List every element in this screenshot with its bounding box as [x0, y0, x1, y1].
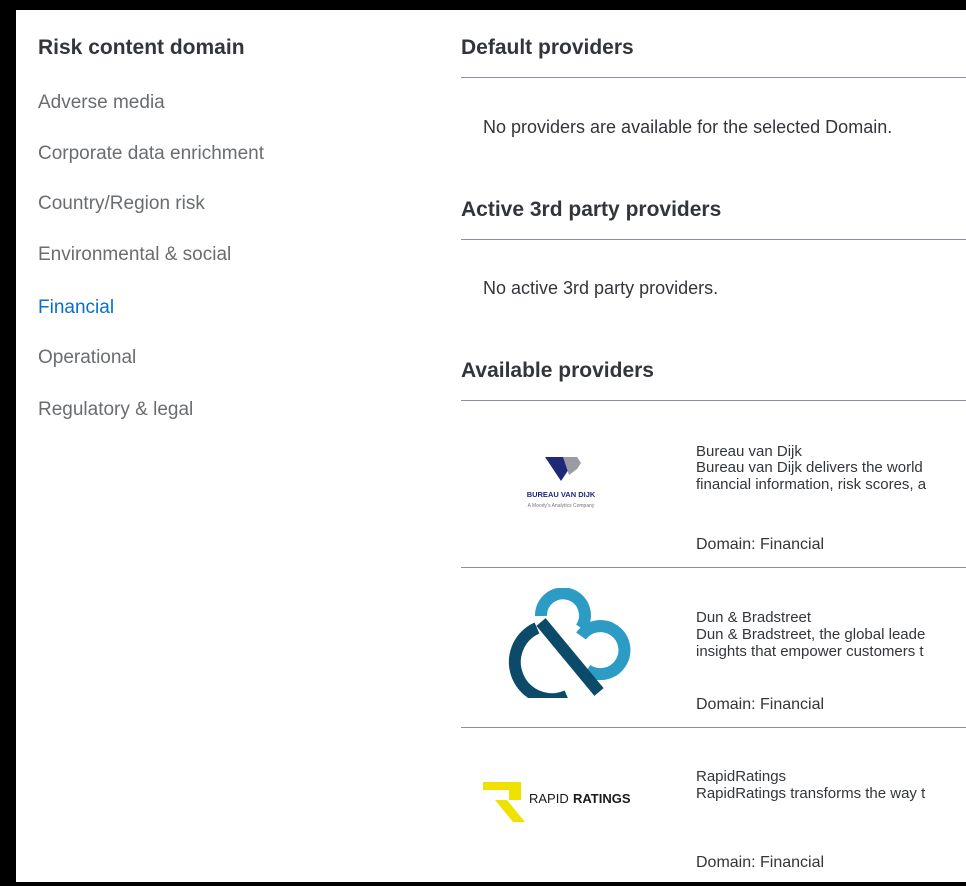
- provider-name: RapidRatings: [696, 768, 787, 785]
- provider-card-dun-bradstreet[interactable]: Dun & Bradstreet Dun & Bradstreet, the g…: [461, 568, 966, 728]
- rapidratings-logo-light: RAPID: [529, 791, 569, 806]
- dun-bradstreet-logo: [481, 587, 641, 706]
- bvd-logo-tagline: A Moody's Analytics Company: [528, 503, 595, 509]
- provider-description-line: RapidRatings transforms the way t: [696, 785, 926, 802]
- provider-description-line: Dun & Bradstreet, the global leade: [696, 626, 926, 643]
- provider-name: Bureau van Dijk: [696, 443, 802, 460]
- provider-card-bureau-van-dijk[interactable]: BUREAU VAN DIJK A Moody's Analytics Comp…: [461, 401, 966, 561]
- default-providers-title: Default providers: [461, 36, 634, 59]
- bureau-van-dijk-logo: BUREAU VAN DIJK A Moody's Analytics Comp…: [481, 449, 641, 549]
- provider-domain: Domain: Financial: [696, 536, 825, 553]
- provider-card-rapidratings[interactable]: RAPID RATINGS RapidRatings RapidRatings …: [461, 728, 966, 882]
- provider-description-line: insights that empower customers t: [696, 643, 924, 660]
- settings-panel: Risk content domain Adverse media Corpor…: [16, 10, 966, 882]
- nav-item-financial[interactable]: Financial: [38, 297, 114, 319]
- rapidratings-logo-bold: RATINGS: [573, 791, 631, 806]
- nav-item-corporate-data-enrichment[interactable]: Corporate data enrichment: [38, 143, 264, 165]
- nav-item-operational[interactable]: Operational: [38, 347, 136, 369]
- default-providers-empty-message: No providers are available for the selec…: [483, 117, 893, 137]
- nav-title: Risk content domain: [38, 36, 245, 59]
- rapidratings-logo: RAPID RATINGS: [481, 772, 641, 872]
- nav-item-regulatory-legal[interactable]: Regulatory & legal: [38, 399, 193, 421]
- available-providers-title: Available providers: [461, 359, 654, 382]
- bvd-logo-wordmark: BUREAU VAN DIJK: [527, 490, 596, 499]
- nav-item-adverse-media[interactable]: Adverse media: [38, 92, 165, 114]
- active-providers-title: Active 3rd party providers: [461, 198, 722, 221]
- nav-item-country-region-risk[interactable]: Country/Region risk: [38, 193, 205, 215]
- divider: [461, 239, 966, 240]
- divider: [461, 77, 966, 78]
- nav-item-environmental-social[interactable]: Environmental & social: [38, 244, 231, 266]
- provider-domain: Domain: Financial: [696, 854, 825, 871]
- provider-description-line: financial information, risk scores, a: [696, 476, 927, 493]
- provider-domain: Domain: Financial: [696, 696, 825, 713]
- active-providers-empty-message: No active 3rd party providers.: [483, 278, 719, 298]
- provider-description-line: Bureau van Dijk delivers the world: [696, 459, 923, 476]
- provider-name: Dun & Bradstreet: [696, 609, 812, 626]
